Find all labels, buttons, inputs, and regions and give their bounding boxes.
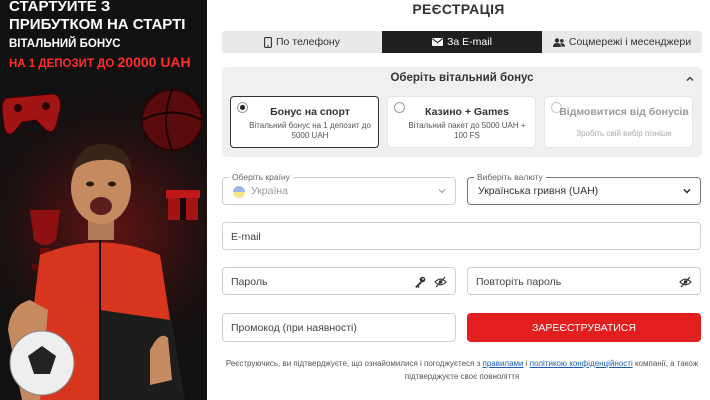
registration-form: РЕЄСТРАЦІЯ По телефону За E-mail Соцмере…	[207, 0, 710, 400]
bonus-heading: Оберіть вітальний бонус	[390, 72, 534, 84]
bonus-sport-desc: Вітальний бонус на 1 депозит до 5000 UAH	[249, 121, 371, 140]
bonus-sport-title: Бонус на спорт	[270, 106, 350, 118]
promo-banner[interactable]: СТАРТУЙТЕ З ПРИБУТКОМ НА СТАРТІ ВІТАЛЬНИ…	[0, 0, 207, 400]
terms-and: і	[525, 359, 528, 368]
banner-headline: СТАРТУЙТЕ З ПРИБУТКОМ НА СТАРТІ	[9, 0, 186, 33]
tab-email-label: За E-mail	[447, 36, 492, 48]
currency-label: Виберіть валюту	[474, 172, 546, 182]
bonus-casino-title: Казино + Games	[425, 106, 509, 118]
ukraine-flag-icon	[233, 186, 245, 198]
gamepad-icon	[1, 93, 61, 135]
gift-icon	[166, 190, 200, 220]
country-value: Україна	[251, 185, 289, 197]
register-button[interactable]: ЗАРЕЄСТРУВАТИСЯ	[467, 313, 701, 342]
email-placeholder: E-mail	[231, 231, 261, 243]
tab-social-label: Соцмережі і месенджери	[568, 36, 692, 48]
bonus-decline-desc: Зробіть свій вибір пізніше	[576, 129, 672, 138]
eye-slash-icon[interactable]	[679, 276, 692, 288]
bonus-option-sport[interactable]: Бонус на спорт Вітальний бонус на 1 депо…	[230, 96, 379, 148]
bonus-casino-desc: Вітальний пакет до 5000 UAH + 100 FS	[408, 121, 526, 140]
bonus-option-casino[interactable]: Казино + Games Вітальний пакет до 5000 U…	[387, 96, 536, 148]
privacy-policy-link[interactable]: політикою конфіденційності	[530, 359, 633, 368]
chevron-down-icon	[438, 189, 446, 194]
currency-value: Українська гривня (UAH)	[478, 185, 599, 197]
eye-slash-icon[interactable]	[434, 276, 447, 288]
bonus-decline-title: Відмовитися від бонусів	[559, 106, 689, 118]
registration-page: СТАРТУЙТЕ З ПРИБУТКОМ НА СТАРТІ ВІТАЛЬНИ…	[0, 0, 710, 400]
key-icon[interactable]	[414, 276, 426, 288]
tab-email[interactable]: За E-mail	[382, 31, 542, 53]
deposit-amount: 20000 UAH	[117, 54, 191, 70]
banner-subtitle: ВІТАЛЬНИЙ БОНУС	[9, 38, 121, 50]
email-field[interactable]: E-mail	[222, 222, 701, 250]
rules-link[interactable]: правилами	[482, 359, 523, 368]
phone-icon	[264, 36, 272, 48]
currency-select[interactable]: Виберіть валюту Українська гривня (UAH)	[467, 172, 701, 205]
repeat-password-placeholder: Повторіть пароль	[476, 276, 562, 288]
terms-prefix: Реєструючись, ви підтверджуєте, що ознай…	[225, 359, 481, 368]
bonus-selector: Оберіть вітальний бонус Бонус на спорт В…	[222, 67, 702, 157]
country-select[interactable]: Оберіть країну Україна	[222, 172, 456, 205]
repeat-password-field[interactable]: Повторіть пароль	[467, 267, 701, 295]
country-label: Оберіть країну	[229, 172, 293, 182]
terms-text: Реєструючись, ви підтверджуєте, що ознай…	[217, 357, 707, 383]
users-icon	[552, 37, 565, 47]
deposit-prefix: НА 1 ДЕПОЗИТ ДО	[9, 58, 115, 70]
tab-phone[interactable]: По телефону	[222, 31, 382, 53]
registration-method-tabs: По телефону За E-mail Соцмережі і месенд…	[222, 31, 702, 53]
basketball-icon	[141, 89, 203, 151]
promo-code-field[interactable]: Промокод (при наявності)	[222, 313, 456, 342]
chevron-down-icon	[683, 189, 691, 194]
football-player-illustration	[1, 89, 203, 400]
promo-placeholder: Промокод (при наявності)	[231, 322, 357, 334]
password-placeholder: Пароль	[231, 276, 268, 288]
banner-deposit: НА 1 ДЕПОЗИТ ДО 20000 UAH	[9, 54, 191, 70]
password-field[interactable]: Пароль	[222, 267, 456, 295]
bonus-option-decline[interactable]: Відмовитися від бонусів Зробіть свій виб…	[544, 96, 693, 148]
tab-social[interactable]: Соцмережі і месенджери	[542, 31, 702, 53]
page-title: РЕЄСТРАЦІЯ	[412, 1, 505, 17]
chevron-up-icon[interactable]	[684, 73, 696, 85]
tab-phone-label: По телефону	[276, 36, 340, 48]
envelope-icon	[432, 38, 444, 46]
